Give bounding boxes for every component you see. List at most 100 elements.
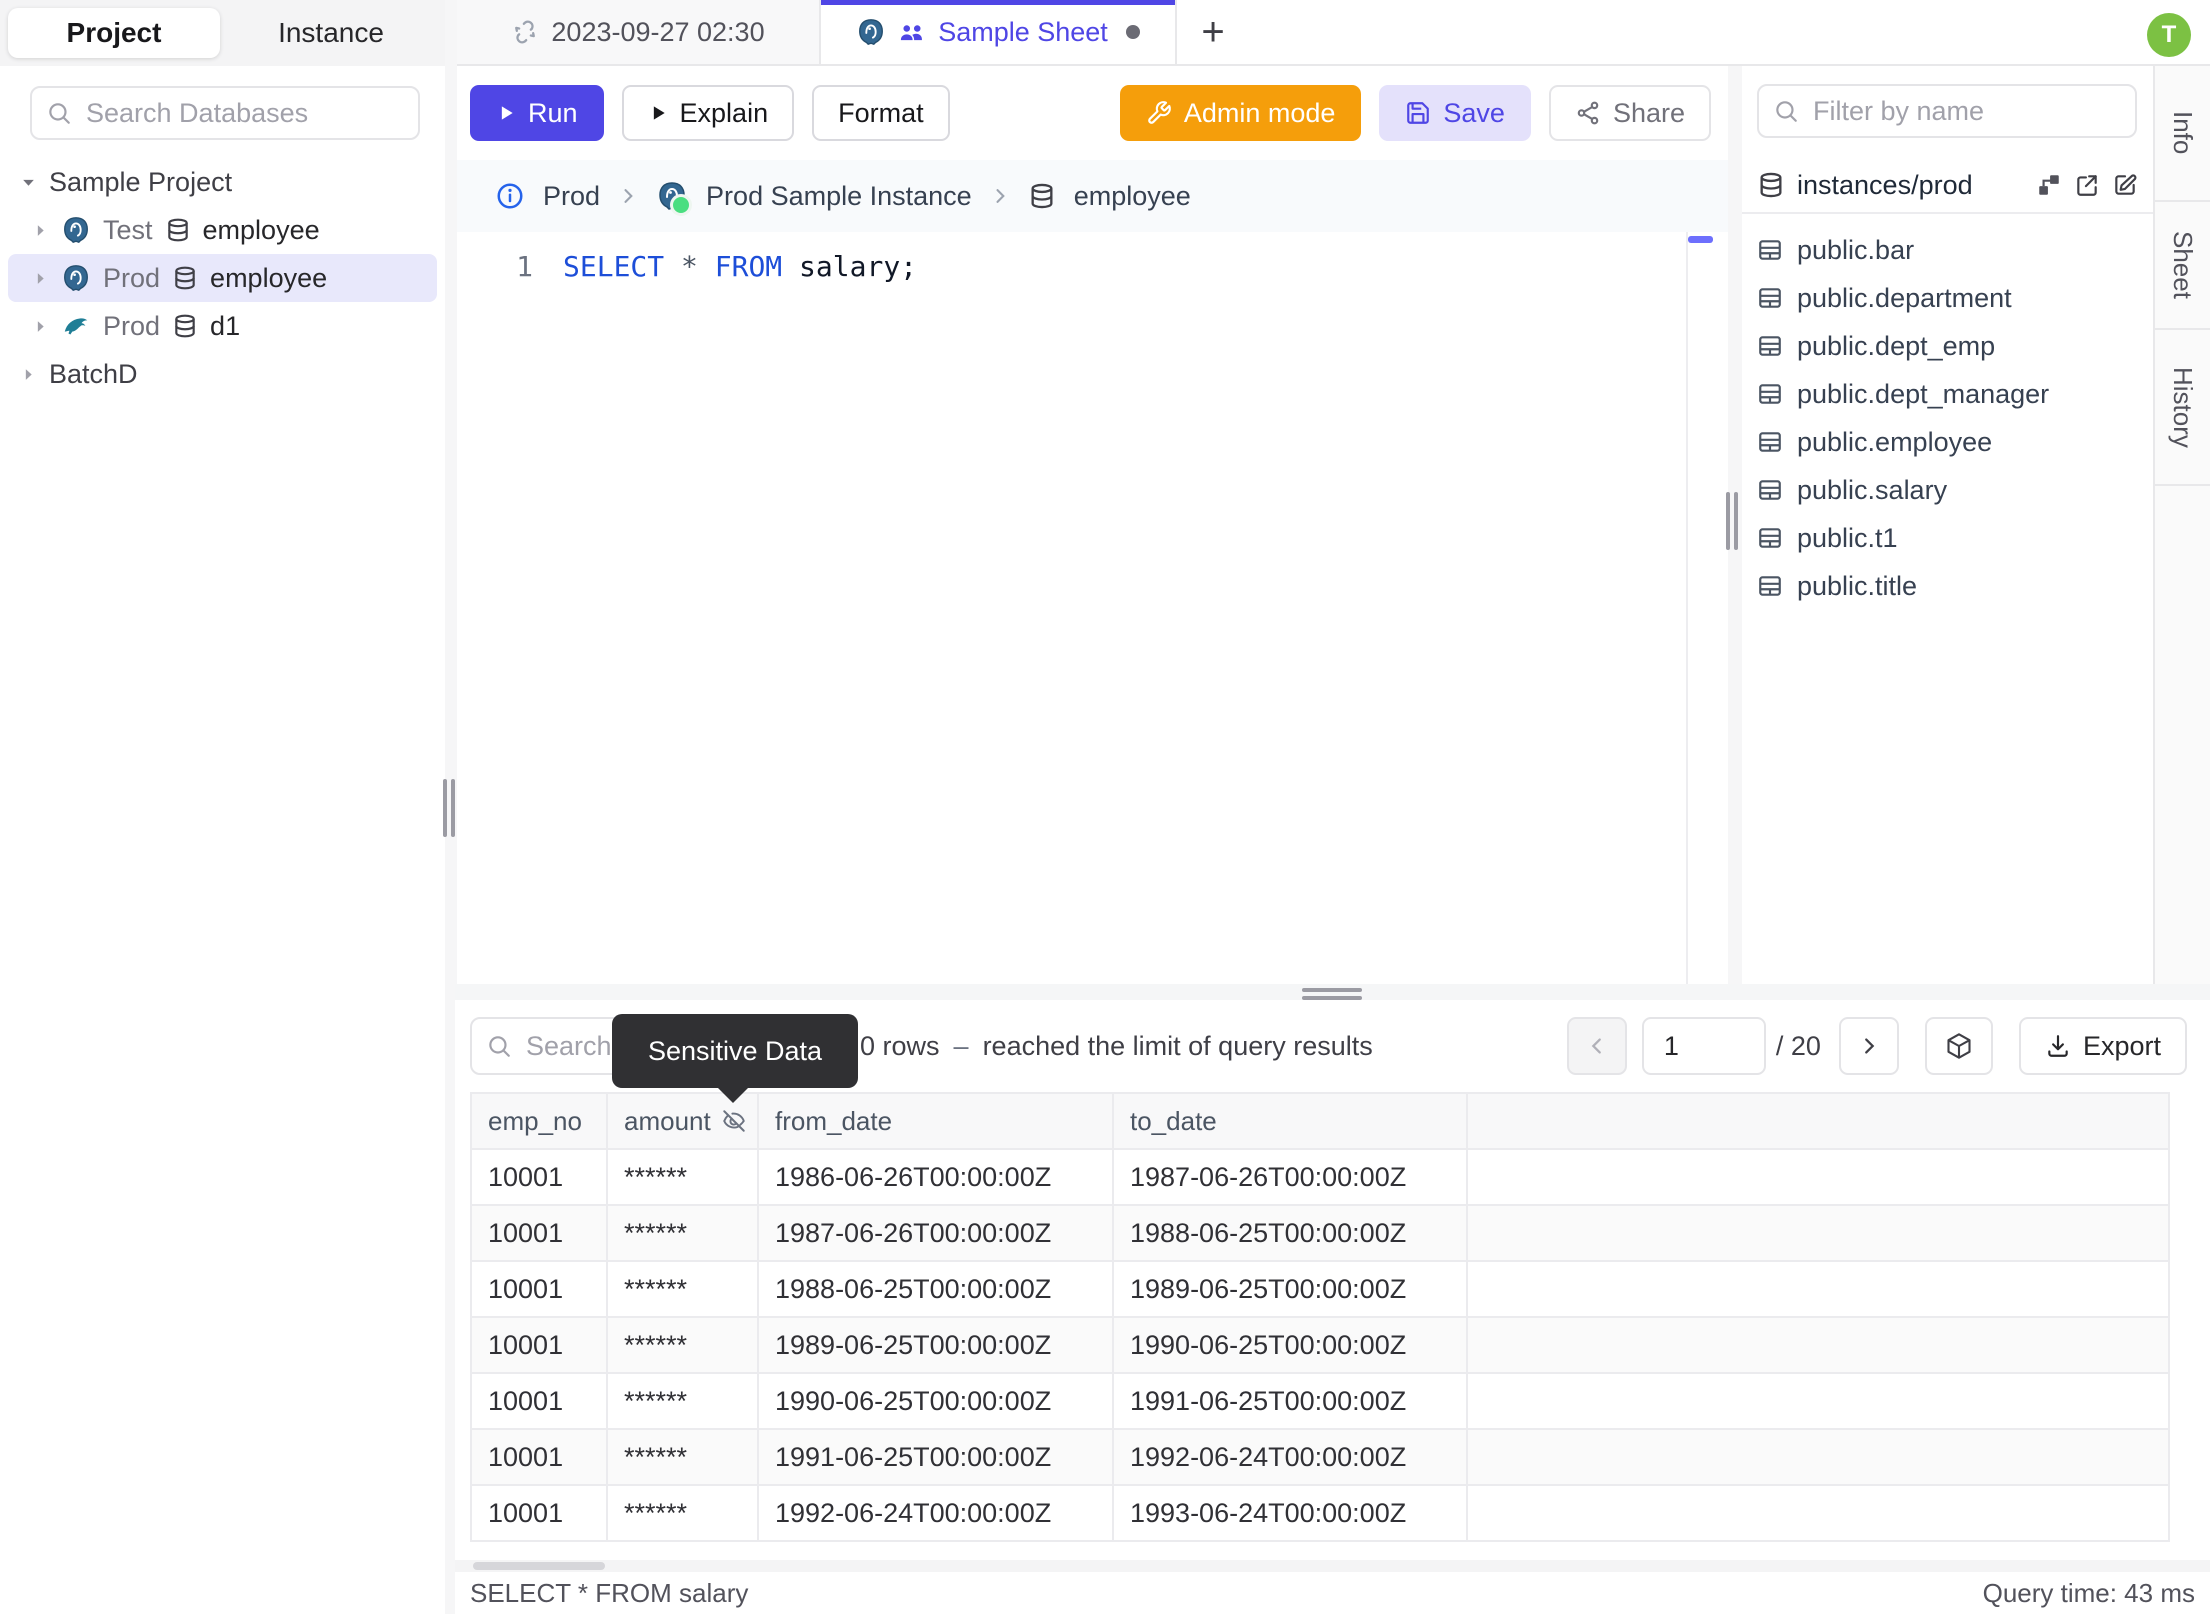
result-cell[interactable]: 1992-06-24T00:00:00Z — [1112, 1428, 1468, 1486]
tree-item-test-employee[interactable]: Test employee — [0, 206, 445, 254]
table-icon — [1757, 285, 1783, 311]
edit-icon[interactable] — [2112, 172, 2138, 198]
result-cell[interactable]: ****** — [606, 1428, 759, 1486]
tab-history-sheet[interactable]: 2023-09-27 02:30 — [457, 0, 821, 64]
save-icon — [1405, 100, 1431, 126]
prev-page-button[interactable] — [1566, 1017, 1627, 1075]
side-tab-history[interactable]: History — [2155, 330, 2210, 486]
instance-path: instances/prod — [1797, 169, 1973, 200]
result-cell[interactable]: 1991-06-25T00:00:00Z — [757, 1428, 1114, 1486]
table-list-item[interactable]: public.salary — [1742, 466, 2153, 514]
schema-diagram-icon[interactable] — [2036, 172, 2062, 198]
result-cell[interactable]: ****** — [606, 1316, 759, 1374]
results-resize-handle[interactable] — [1302, 988, 1362, 1000]
format-button[interactable]: Format — [812, 85, 950, 141]
explain-button[interactable]: Explain — [621, 85, 795, 141]
column-header-from-date[interactable]: from_date — [757, 1092, 1114, 1150]
info-icon[interactable] — [495, 181, 525, 211]
result-cell-filler — [1466, 1204, 2170, 1262]
result-cell[interactable]: 1990-06-25T00:00:00Z — [757, 1372, 1114, 1430]
table-list-item[interactable]: public.employee — [1742, 418, 2153, 466]
database-icon — [165, 217, 191, 243]
table-icon — [1757, 381, 1783, 407]
result-cell[interactable]: ****** — [606, 1204, 759, 1262]
tab-instance[interactable]: Instance — [222, 8, 440, 58]
table-list-item[interactable]: public.dept_emp — [1742, 322, 2153, 370]
page-number-input[interactable] — [1641, 1017, 1766, 1075]
result-cell[interactable]: 1988-06-25T00:00:00Z — [1112, 1204, 1468, 1262]
result-cell[interactable]: 1989-06-25T00:00:00Z — [1112, 1260, 1468, 1318]
avatar[interactable]: T — [2147, 13, 2191, 57]
play-icon — [496, 103, 516, 123]
result-cell[interactable]: 1986-06-26T00:00:00Z — [757, 1148, 1114, 1206]
export-label: Export — [2082, 1030, 2161, 1061]
result-cell[interactable]: 1989-06-25T00:00:00Z — [757, 1316, 1114, 1374]
result-cell[interactable]: ****** — [606, 1484, 759, 1542]
column-header-emp-no[interactable]: emp_no — [470, 1092, 608, 1150]
table-icon — [1757, 333, 1783, 359]
export-button[interactable]: Export — [2018, 1017, 2187, 1075]
tree-item-prod-d1[interactable]: Prod d1 — [0, 302, 445, 350]
result-cell[interactable]: ****** — [606, 1148, 759, 1206]
breadcrumb-environment[interactable]: Prod — [543, 181, 600, 212]
result-cell[interactable]: 1990-06-25T00:00:00Z — [1112, 1316, 1468, 1374]
table-list-item[interactable]: public.title — [1742, 562, 2153, 610]
result-cell-filler — [1466, 1260, 2170, 1318]
table-list-item[interactable]: public.t1 — [1742, 514, 2153, 562]
result-cell[interactable]: 10001 — [470, 1372, 608, 1430]
result-grid: emp_no amount from_date to_date 10001 ***… — [470, 1092, 2170, 1542]
instance-row[interactable]: instances/prod — [1742, 158, 2153, 214]
breadcrumb-database[interactable]: employee — [1074, 181, 1191, 212]
chevron-right-icon — [32, 222, 49, 239]
save-button[interactable]: Save — [1379, 85, 1531, 141]
next-page-button[interactable] — [1838, 1017, 1899, 1075]
environment-label: Prod — [103, 262, 161, 293]
side-tab-info[interactable]: Info — [2155, 66, 2210, 202]
result-cell[interactable]: 10001 — [470, 1484, 608, 1542]
result-cell[interactable]: 1988-06-25T00:00:00Z — [757, 1260, 1114, 1318]
database-icon — [172, 313, 198, 339]
panel-resize-handle[interactable] — [1726, 492, 1738, 550]
breadcrumb-instance[interactable]: Prod Sample Instance — [706, 181, 972, 212]
result-cell[interactable]: 1993-06-24T00:00:00Z — [1112, 1484, 1468, 1542]
result-cell[interactable]: 10001 — [470, 1148, 608, 1206]
result-cell[interactable]: 1992-06-24T00:00:00Z — [757, 1484, 1114, 1542]
database-search-input[interactable] — [84, 96, 404, 130]
admin-mode-button[interactable]: Admin mode — [1119, 85, 1362, 141]
environment-label: Test — [103, 214, 153, 245]
result-cell[interactable]: 10001 — [470, 1204, 608, 1262]
result-cell[interactable]: 10001 — [470, 1316, 608, 1374]
result-cell[interactable]: 1987-06-26T00:00:00Z — [1112, 1148, 1468, 1206]
table-list-item[interactable]: public.department — [1742, 274, 2153, 322]
table-filter-input[interactable] — [1811, 94, 2121, 128]
table-list-item[interactable]: public.bar — [1742, 226, 2153, 274]
tab-sample-sheet-active[interactable]: Sample Sheet — [821, 0, 1177, 64]
share-button[interactable]: Share — [1548, 85, 1711, 141]
sql-editor[interactable]: 1 SELECT * FROM salary; — [457, 232, 1728, 984]
page-total-label: / 20 — [1775, 1030, 1821, 1061]
tree-item-prod-employee-selected[interactable]: Prod employee — [8, 254, 437, 302]
admin-mode-label: Admin mode — [1183, 97, 1336, 128]
result-cell[interactable]: ****** — [606, 1372, 759, 1430]
result-cell[interactable]: 10001 — [470, 1260, 608, 1318]
tab-project[interactable]: Project — [8, 8, 220, 58]
table-icon — [1757, 573, 1783, 599]
tree-item-batchd[interactable]: BatchD — [0, 350, 445, 398]
chevron-right-icon — [32, 318, 49, 335]
database-label: employee — [210, 262, 328, 293]
sidebar-resize-handle[interactable] — [443, 779, 455, 837]
column-header-to-date[interactable]: to_date — [1112, 1092, 1468, 1150]
new-tab-button[interactable]: + — [1177, 0, 1249, 64]
result-cell[interactable]: 1991-06-25T00:00:00Z — [1112, 1372, 1468, 1430]
result-cell[interactable]: 1987-06-26T00:00:00Z — [757, 1204, 1114, 1262]
schema-info-panel: instances/prod public.bar public.departme… — [1742, 66, 2153, 984]
tree-item-sample-project[interactable]: Sample Project — [0, 158, 445, 206]
result-cell[interactable]: 10001 — [470, 1428, 608, 1486]
result-cell[interactable]: ****** — [606, 1260, 759, 1318]
horizontal-scrollbar-thumb[interactable] — [473, 1562, 605, 1570]
table-list-item[interactable]: public.dept_manager — [1742, 370, 2153, 418]
side-tab-sheet[interactable]: Sheet — [2155, 202, 2210, 330]
cube-button[interactable] — [1924, 1017, 1993, 1075]
run-button[interactable]: Run — [470, 85, 604, 141]
external-link-icon[interactable] — [2074, 172, 2100, 198]
